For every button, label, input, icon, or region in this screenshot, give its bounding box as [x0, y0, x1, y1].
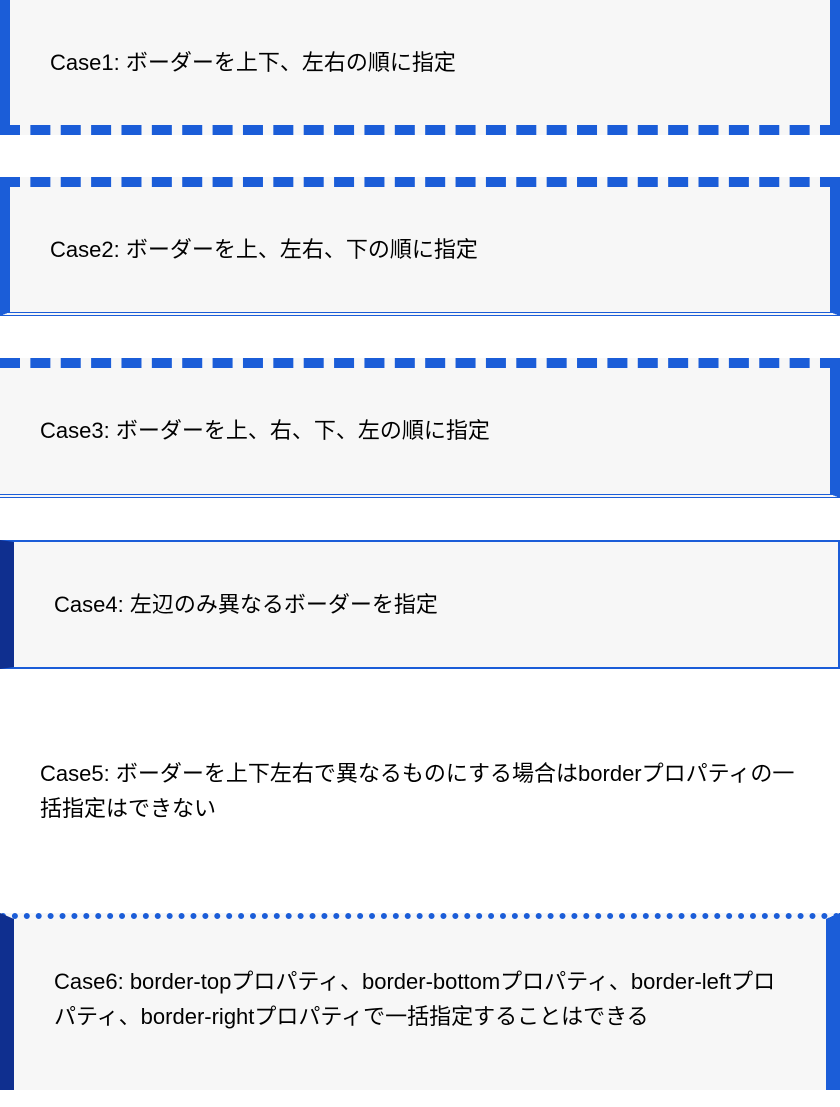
case4-box: Case4: 左辺のみ異なるボーダーを指定: [0, 540, 840, 669]
case6-text: Case6: border-topプロパティ、border-bottomプロパテ…: [54, 969, 775, 1029]
case3-box: Case3: ボーダーを上、右、下、左の順に指定: [0, 358, 840, 497]
case2-box: Case2: ボーダーを上、左右、下の順に指定: [0, 177, 840, 316]
case2-text: Case2: ボーダーを上、左右、下の順に指定: [50, 237, 478, 262]
case6-box: Case6: border-topプロパティ、border-bottomプロパテ…: [0, 913, 840, 1089]
case5-text: Case5: ボーダーを上下左右で異なるものにする場合はborderプロパティの…: [40, 761, 794, 821]
case1-box: Case1: ボーダーを上下、左右の順に指定: [0, 0, 840, 135]
case4-text: Case4: 左辺のみ異なるボーダーを指定: [54, 592, 438, 617]
case3-text: Case3: ボーダーを上、右、下、左の順に指定: [40, 418, 490, 443]
case5-box: Case5: ボーダーを上下左右で異なるものにする場合はborderプロパティの…: [0, 711, 840, 871]
case1-text: Case1: ボーダーを上下、左右の順に指定: [50, 50, 456, 75]
